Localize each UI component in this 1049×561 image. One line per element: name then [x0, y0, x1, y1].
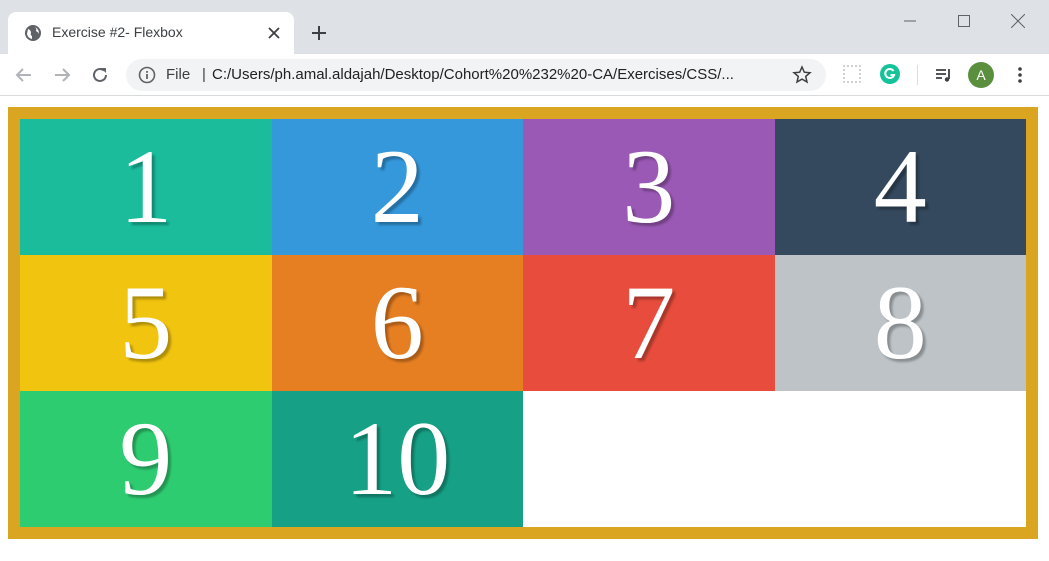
- url-text[interactable]: C:/Users/ph.amal.aldajah/Desktop/Cohort%…: [212, 66, 792, 83]
- address-bar[interactable]: File | C:/Users/ph.amal.aldajah/Desktop/…: [126, 59, 826, 91]
- bookmark-star-icon[interactable]: [792, 65, 812, 85]
- tab-strip: Exercise #2- Flexbox: [0, 0, 1049, 54]
- grammarly-extension-icon[interactable]: [880, 64, 900, 84]
- globe-icon: [24, 24, 42, 42]
- forward-icon[interactable]: [50, 63, 74, 87]
- menu-kebab-icon[interactable]: [1008, 63, 1032, 87]
- flex-item-9: 9: [20, 391, 272, 527]
- toolbar-divider: [917, 65, 918, 85]
- tab-title: Exercise #2- Flexbox: [52, 24, 183, 40]
- maximize-icon[interactable]: [944, 6, 984, 36]
- back-icon[interactable]: [12, 63, 36, 87]
- scheme-label: File: [166, 66, 191, 83]
- minimize-icon[interactable]: [890, 6, 930, 36]
- close-window-icon[interactable]: [998, 6, 1038, 36]
- flex-item-7: 7: [523, 255, 775, 391]
- close-tab-icon[interactable]: [264, 23, 284, 43]
- flex-container: 1 2 3 4 5 6 7 8 9 10: [20, 119, 1026, 527]
- media-queue-icon[interactable]: [932, 63, 956, 87]
- flex-wrapper: 1 2 3 4 5 6 7 8 9 10: [8, 107, 1038, 539]
- info-icon[interactable]: [138, 66, 156, 84]
- omnibox-separator: |: [202, 66, 206, 83]
- flex-item-3: 3: [523, 119, 775, 255]
- profile-avatar[interactable]: A: [968, 62, 994, 88]
- flex-item-5: 5: [20, 255, 272, 391]
- extension-icon[interactable]: [843, 65, 861, 83]
- flex-item-4: 4: [774, 119, 1026, 255]
- flex-item-1: 1: [20, 119, 272, 255]
- flex-item-10: 10: [271, 391, 523, 527]
- new-tab-icon[interactable]: [306, 20, 332, 46]
- browser-toolbar: File | C:/Users/ph.amal.aldajah/Desktop/…: [0, 54, 1049, 96]
- flex-item-8: 8: [774, 255, 1026, 391]
- browser-tab[interactable]: Exercise #2- Flexbox: [8, 12, 294, 54]
- flex-item-2: 2: [271, 119, 523, 255]
- reload-icon[interactable]: [88, 63, 112, 87]
- flex-item-6: 6: [271, 255, 523, 391]
